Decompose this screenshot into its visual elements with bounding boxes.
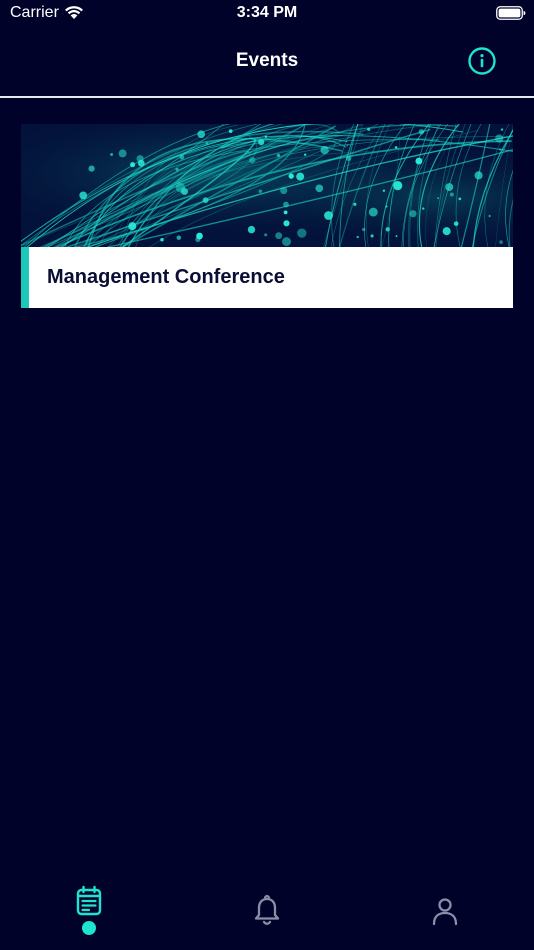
person-icon [432, 898, 458, 926]
status-time: 3:34 PM [236, 4, 298, 21]
calendar-icon [76, 885, 102, 916]
event-card[interactable]: Management Conference [21, 124, 513, 308]
nav-divider [0, 96, 534, 98]
tab-profile[interactable] [423, 884, 467, 942]
tab-notifications[interactable] [245, 884, 289, 942]
page-title: Events [235, 50, 299, 71]
event-banner-image [21, 124, 513, 247]
battery-icon [496, 6, 526, 25]
status-bar: Carrier 3:34 PM [0, 0, 534, 28]
events-screen: Carrier 3:34 PM Events Management Confer… [0, 0, 534, 950]
tab-selected-indicator [82, 921, 96, 935]
info-icon [468, 47, 496, 75]
info-button[interactable] [467, 46, 497, 76]
tab-events[interactable] [67, 884, 111, 942]
event-title: Management Conference [47, 266, 285, 288]
event-card-footer: Management Conference [21, 247, 513, 308]
event-accent-bar [21, 247, 29, 308]
bell-icon [254, 894, 280, 925]
